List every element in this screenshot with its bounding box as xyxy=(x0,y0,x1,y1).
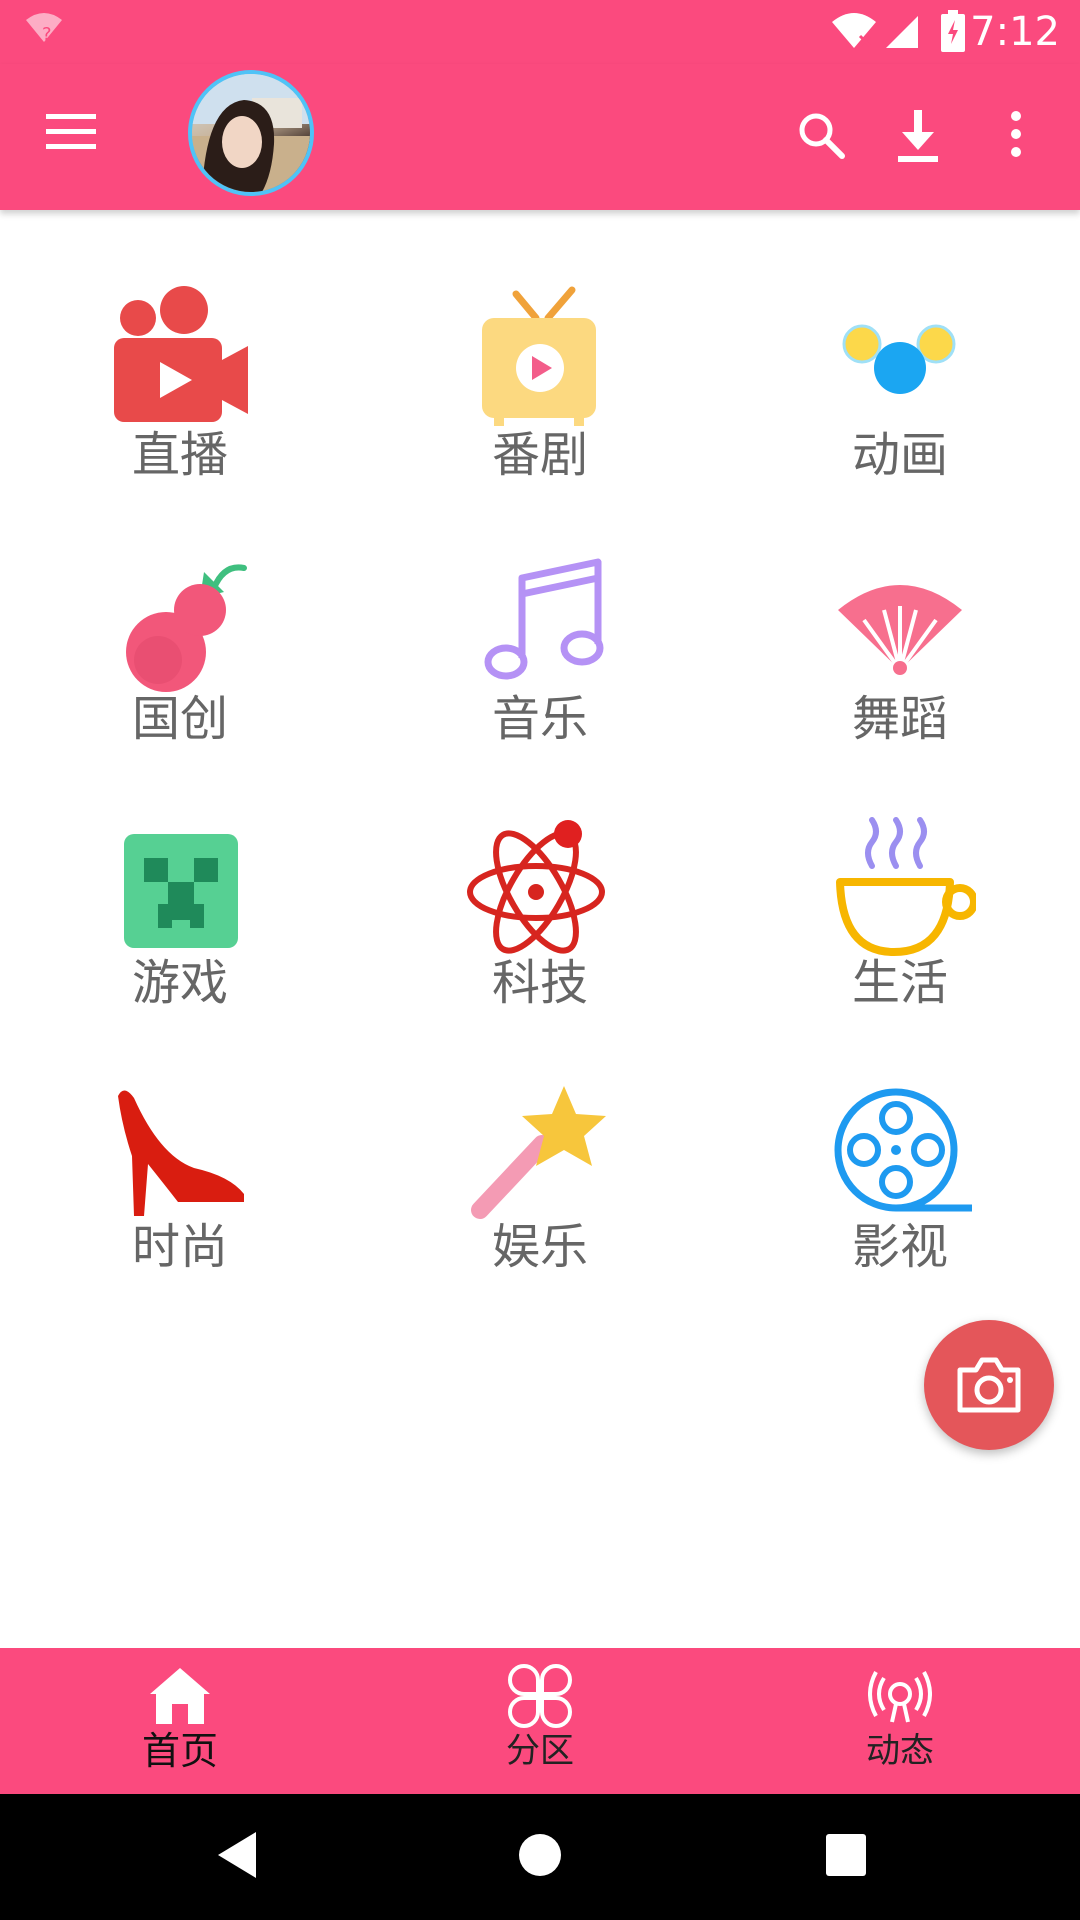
category-fashion[interactable]: 时尚 xyxy=(0,1062,360,1326)
creeper-icon xyxy=(104,812,256,960)
camera-icon xyxy=(957,1357,1021,1413)
back-icon[interactable] xyxy=(214,1830,258,1884)
home-circle-icon[interactable] xyxy=(518,1830,562,1884)
magic-wand-icon xyxy=(464,1076,616,1224)
broadcast-icon xyxy=(868,1664,932,1728)
category-entertainment[interactable]: 娱乐 xyxy=(360,1062,720,1326)
bottom-navigation: 首页 分区 动态 xyxy=(0,1648,1080,1794)
category-label: 舞蹈 xyxy=(851,691,948,747)
nav-label: 首页 xyxy=(141,1729,218,1773)
download-icon[interactable] xyxy=(896,108,940,168)
camera-fab-button[interactable] xyxy=(924,1320,1054,1450)
film-reel-icon xyxy=(824,1076,976,1224)
category-label: 影视 xyxy=(851,1219,948,1275)
wifi-question-icon: ? xyxy=(24,12,64,48)
tv-icon xyxy=(464,284,616,432)
category-live[interactable]: 直播 xyxy=(0,270,360,534)
category-guochuang[interactable]: 国创 xyxy=(0,534,360,798)
category-label: 生活 xyxy=(851,955,948,1011)
clock-time: 7:12 xyxy=(970,9,1060,55)
recents-icon[interactable] xyxy=(824,1832,868,1882)
category-label: 游戏 xyxy=(131,955,228,1011)
category-bangumi[interactable]: 番剧 xyxy=(360,270,720,534)
app-bar xyxy=(0,64,1080,210)
grid-petals-icon xyxy=(508,1664,572,1728)
home-icon xyxy=(148,1664,212,1728)
signal-icon xyxy=(884,14,920,54)
nav-dynamic[interactable]: 动态 xyxy=(720,1648,1080,1794)
wifi-icon xyxy=(830,12,878,52)
nav-label: 动态 xyxy=(866,1731,934,1771)
nav-home[interactable]: 首页 xyxy=(0,1648,360,1794)
more-vert-icon[interactable] xyxy=(1008,110,1024,162)
live-camera-icon xyxy=(104,284,256,432)
category-game[interactable]: 游戏 xyxy=(0,798,360,1062)
category-label: 时尚 xyxy=(131,1219,228,1275)
svg-text:?: ? xyxy=(42,24,52,44)
category-film[interactable]: 影视 xyxy=(720,1062,1080,1326)
menu-icon[interactable] xyxy=(44,112,98,156)
category-animation[interactable]: 动画 xyxy=(720,270,1080,534)
bubbles-icon xyxy=(824,284,976,432)
nav-partition[interactable]: 分区 xyxy=(360,1648,720,1794)
avatar[interactable] xyxy=(188,70,314,196)
high-heel-icon xyxy=(104,1076,256,1224)
category-label: 娱乐 xyxy=(491,1219,588,1275)
gourd-icon xyxy=(104,548,256,696)
music-note-icon xyxy=(464,548,616,696)
category-dance[interactable]: 舞蹈 xyxy=(720,534,1080,798)
category-label: 番剧 xyxy=(491,427,588,483)
system-navigation-bar xyxy=(0,1794,1080,1920)
search-icon[interactable] xyxy=(796,110,846,164)
category-life[interactable]: 生活 xyxy=(720,798,1080,1062)
nav-label: 分区 xyxy=(506,1731,574,1771)
category-music[interactable]: 音乐 xyxy=(360,534,720,798)
category-label: 动画 xyxy=(851,427,948,483)
category-tech[interactable]: 科技 xyxy=(360,798,720,1062)
coffee-cup-icon xyxy=(824,812,978,960)
atom-icon xyxy=(464,812,616,960)
category-label: 直播 xyxy=(131,427,228,483)
battery-charging-icon xyxy=(940,10,966,56)
status-bar: ? 7:12 xyxy=(0,0,1080,64)
category-label: 音乐 xyxy=(491,691,588,747)
fan-icon xyxy=(824,548,976,696)
category-label: 国创 xyxy=(131,691,228,747)
category-label: 科技 xyxy=(491,955,588,1011)
